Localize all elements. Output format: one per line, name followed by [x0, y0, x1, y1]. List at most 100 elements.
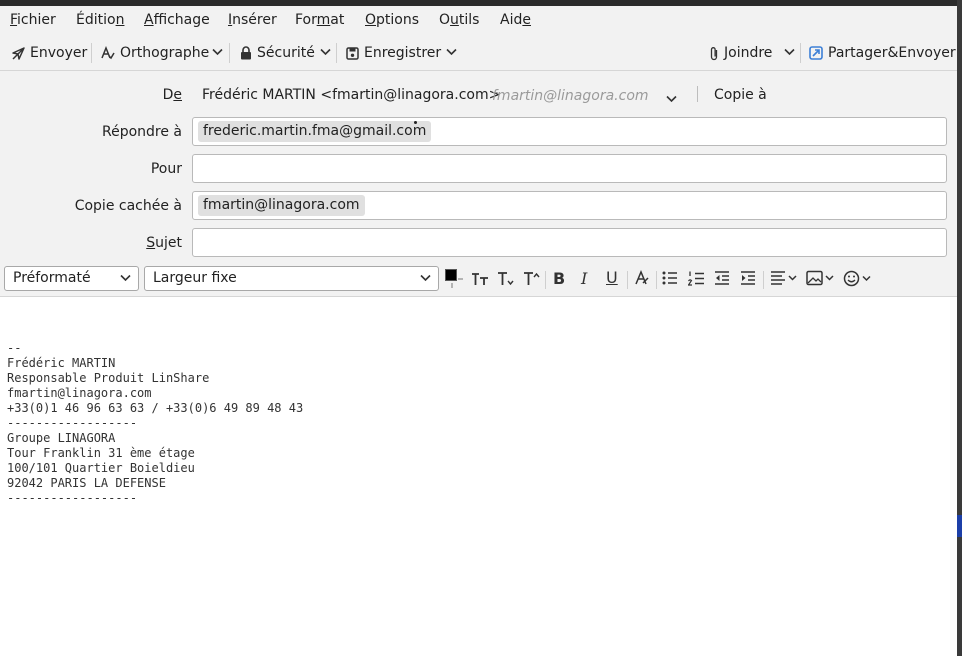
spellcheck-button[interactable]: Orthographe — [101, 45, 209, 61]
signature-line: 100/101 Quartier Boieldieu — [7, 461, 195, 475]
bold-button[interactable]: B — [553, 269, 565, 288]
align-button[interactable] — [770, 270, 798, 290]
toolbar-separator — [91, 43, 92, 63]
security-dropdown[interactable] — [320, 48, 331, 56]
font-select[interactable]: Largeur fixe — [144, 266, 439, 291]
paperclip-icon — [710, 46, 718, 60]
save-icon — [346, 46, 359, 60]
lock-icon — [241, 46, 251, 60]
signature-line: Groupe LINAGORA — [7, 431, 116, 445]
toolbar-separator — [229, 43, 230, 63]
insert-image-button[interactable] — [806, 270, 836, 290]
from-value[interactable]: Frédéric MARTIN <fmartin@linagora.com> — [202, 87, 500, 103]
attach-label: Joindre — [724, 45, 773, 61]
share-send-label: Partager&Envoyer — [828, 45, 956, 61]
compose-toolbar: Envoyer Orthographe Sécurité Enregistrer… — [0, 36, 957, 71]
signature-line: ------------------ — [7, 491, 138, 505]
signature-line: ------------------ — [7, 416, 138, 430]
to-field[interactable] — [192, 154, 947, 183]
paragraph-style-select[interactable]: Préformaté — [4, 266, 139, 291]
paragraph-style-value: Préformaté — [13, 270, 91, 286]
text-color-button[interactable] — [445, 269, 465, 293]
save-button[interactable]: Enregistrer — [346, 45, 441, 61]
save-label: Enregistrer — [364, 45, 442, 61]
image-icon — [806, 270, 834, 286]
to-label: Pour — [150, 161, 182, 177]
signature-line: Tour Franklin 31 ème étage — [7, 446, 195, 460]
underline-button[interactable]: U — [606, 268, 618, 287]
chevron-down-icon — [446, 48, 457, 56]
signature-line: fmartin@linagora.com — [7, 386, 152, 400]
bcc-field[interactable]: fmartin@linagora.com — [192, 191, 947, 220]
text-cursor — [414, 121, 417, 124]
outdent-button[interactable] — [714, 270, 730, 290]
italic-button[interactable]: I — [581, 269, 587, 288]
format-toolbar: Préformaté Largeur fixe B I U — [0, 263, 957, 297]
toolbar-separator — [656, 271, 657, 289]
menu-edit[interactable]: Édition — [76, 12, 124, 28]
menu-bar: Fichier Édition Affichage Insérer Format… — [0, 6, 957, 36]
insert-smiley-button[interactable] — [843, 270, 873, 291]
font-size-icon — [472, 273, 488, 285]
superscript-button[interactable] — [523, 270, 541, 292]
menu-help[interactable]: Aide — [500, 12, 531, 28]
attach-button[interactable]: Joindre — [709, 45, 772, 61]
remove-styles-button[interactable] — [634, 270, 650, 290]
menu-insert[interactable]: Insérer — [228, 12, 277, 28]
underline-icon: U — [606, 268, 618, 287]
chevron-down-icon — [420, 274, 431, 282]
font-value: Largeur fixe — [153, 270, 237, 286]
window-edge — [957, 0, 962, 656]
save-dropdown[interactable] — [446, 48, 457, 56]
security-label: Sécurité — [257, 45, 315, 61]
bcc-pill[interactable]: fmartin@linagora.com — [198, 195, 365, 216]
numbered-list-button[interactable] — [687, 270, 705, 291]
from-identity[interactable]: fmartin@linagora.com — [492, 88, 649, 104]
toolbar-separator — [627, 271, 628, 289]
numbered-list-icon — [687, 271, 704, 286]
chevron-down-icon — [784, 48, 795, 56]
chevron-down-icon — [320, 48, 331, 56]
from-dropdown[interactable] — [666, 91, 677, 107]
spellcheck-label: Orthographe — [120, 45, 210, 61]
send-button[interactable]: Envoyer — [12, 45, 87, 61]
compose-header: De Frédéric MARTIN <fmartin@linagora.com… — [0, 71, 957, 263]
attach-dropdown[interactable] — [784, 48, 795, 56]
toolbar-separator — [763, 271, 764, 289]
clear-format-icon — [635, 270, 649, 285]
subscript-button[interactable] — [497, 270, 515, 292]
text-color-icon — [445, 269, 463, 288]
signature-line: -- — [7, 341, 22, 355]
toolbar-separator — [545, 271, 546, 289]
security-button[interactable]: Sécurité — [240, 45, 315, 61]
share-icon — [809, 46, 823, 60]
spellcheck-dropdown[interactable] — [212, 48, 223, 56]
smaller-font-button[interactable] — [471, 270, 489, 292]
menu-view[interactable]: Affichage — [144, 12, 210, 28]
subject-field[interactable] — [192, 228, 947, 257]
menu-options[interactable]: Options — [365, 12, 419, 28]
window-edge-accent — [957, 515, 962, 537]
share-send-button[interactable]: Partager&Envoyer — [809, 45, 956, 61]
menu-format[interactable]: Format — [295, 12, 344, 28]
reply-to-field[interactable]: frederic.martin.fma@gmail.com — [192, 117, 947, 146]
outdent-icon — [715, 271, 729, 285]
toolbar-separator — [800, 43, 801, 63]
reply-to-pill[interactable]: frederic.martin.fma@gmail.com — [198, 121, 432, 142]
italic-icon: I — [581, 269, 588, 288]
menu-file[interactable]: Fichier — [10, 12, 56, 28]
indent-button[interactable] — [740, 270, 756, 290]
send-icon — [12, 46, 25, 60]
signature-line: Frédéric MARTIN — [7, 356, 116, 370]
menu-tools[interactable]: Outils — [439, 12, 479, 28]
message-body[interactable]: -- Frédéric MARTIN Responsable Produit L… — [0, 297, 957, 656]
signature-line: +33(0)1 46 96 63 63 / +33(0)6 49 89 48 4… — [7, 401, 304, 415]
cc-link[interactable]: Copie à — [714, 87, 767, 103]
subject-label: Sujet — [146, 235, 182, 251]
chevron-down-icon — [212, 48, 223, 56]
signature-line: Responsable Produit LinShare — [7, 371, 210, 385]
chevron-down-icon — [120, 274, 131, 282]
signature-block: -- Frédéric MARTIN Responsable Produit L… — [7, 341, 303, 506]
bullet-list-button[interactable] — [662, 270, 678, 290]
bullet-list-icon — [662, 271, 677, 285]
